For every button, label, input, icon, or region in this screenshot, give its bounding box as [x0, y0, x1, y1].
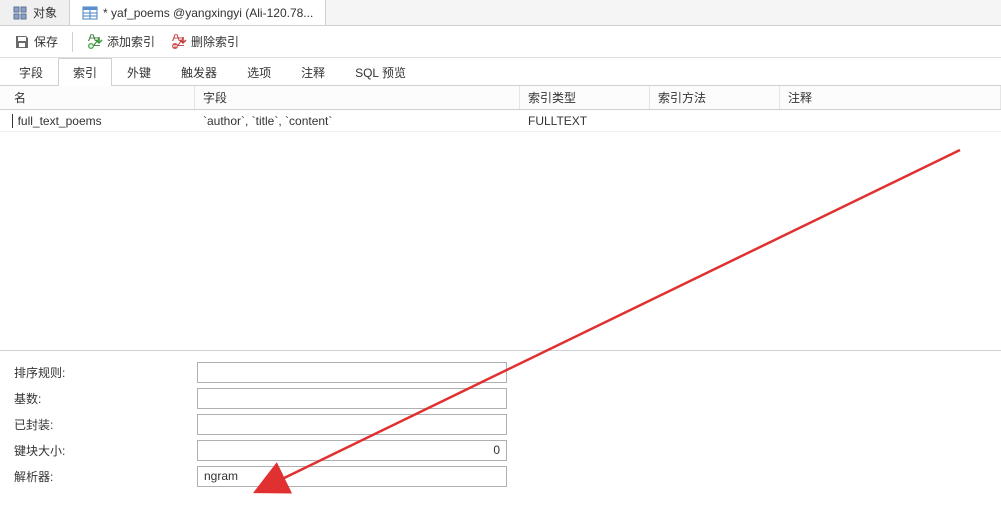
top-tab-bar: 对象 * yaf_poems @yangxingyi (Ali-120.78..… — [0, 0, 1001, 26]
prop-packed: 已封装: — [12, 411, 989, 437]
index-grid-body: `author`, `title`, `content` FULLTEXT — [0, 110, 1001, 350]
tab-foreign-keys[interactable]: 外键 — [112, 58, 166, 86]
delete-index-label: 删除索引 — [191, 33, 239, 50]
cell-field[interactable]: `author`, `title`, `content` — [195, 110, 520, 131]
tab-indexes[interactable]: 索引 — [58, 58, 112, 86]
col-header-field[interactable]: 字段 — [195, 86, 520, 109]
top-tab-editor[interactable]: * yaf_poems @yangxingyi (Ali-120.78... — [70, 0, 326, 25]
index-grid-header: 名 字段 索引类型 索引方法 注释 — [0, 86, 1001, 110]
prop-key-block-size: 键块大小: — [12, 437, 989, 463]
top-tab-objects[interactable]: 对象 — [0, 0, 70, 25]
delete-index-icon: AZ — [171, 34, 187, 50]
add-index-icon: AZ — [87, 34, 103, 50]
tab-options[interactable]: 选项 — [232, 58, 286, 86]
text-cursor-icon — [8, 114, 16, 128]
col-header-index-type[interactable]: 索引类型 — [520, 86, 650, 109]
col-header-comment[interactable]: 注释 — [780, 86, 1001, 109]
prop-cardinality-label: 基数: — [12, 390, 197, 407]
table-icon — [82, 5, 98, 21]
prop-key-block-size-label: 键块大小: — [12, 442, 197, 459]
sub-tab-bar: 字段 索引 外键 触发器 选项 注释 SQL 预览 — [0, 58, 1001, 86]
top-tab-editor-label: * yaf_poems @yangxingyi (Ali-120.78... — [103, 6, 313, 20]
cell-index-method[interactable] — [650, 110, 780, 131]
prop-collation-input[interactable] — [197, 362, 507, 383]
cell-name[interactable] — [0, 110, 195, 131]
tab-comment[interactable]: 注释 — [286, 58, 340, 86]
prop-packed-label: 已封装: — [12, 416, 197, 433]
toolbar: 保存 AZ 添加索引 AZ 删除索引 — [0, 26, 1001, 58]
index-name-input[interactable] — [18, 114, 187, 128]
save-icon — [14, 34, 30, 50]
prop-key-block-size-input[interactable] — [197, 440, 507, 461]
prop-parser-input[interactable] — [197, 466, 507, 487]
prop-cardinality-input[interactable] — [197, 388, 507, 409]
prop-parser-label: 解析器: — [12, 468, 197, 485]
index-properties-panel: 排序规则: 基数: 已封装: 键块大小: 解析器: — [0, 350, 1001, 497]
top-tab-objects-label: 对象 — [33, 4, 57, 21]
prop-collation: 排序规则: — [12, 359, 989, 385]
tab-triggers[interactable]: 触发器 — [166, 58, 232, 86]
separator — [72, 32, 73, 52]
index-row[interactable]: `author`, `title`, `content` FULLTEXT — [0, 110, 1001, 132]
tab-fields[interactable]: 字段 — [4, 58, 58, 86]
tab-sql-preview[interactable]: SQL 预览 — [340, 58, 421, 86]
save-button[interactable]: 保存 — [8, 29, 64, 54]
objects-icon — [12, 5, 28, 21]
delete-index-button[interactable]: AZ 删除索引 — [165, 29, 245, 54]
add-index-label: 添加索引 — [107, 33, 155, 50]
prop-parser: 解析器: — [12, 463, 989, 489]
cell-comment[interactable] — [780, 110, 1001, 131]
col-header-index-method[interactable]: 索引方法 — [650, 86, 780, 109]
prop-collation-label: 排序规则: — [12, 364, 197, 381]
save-label: 保存 — [34, 33, 58, 50]
prop-cardinality: 基数: — [12, 385, 989, 411]
cell-index-type[interactable]: FULLTEXT — [520, 110, 650, 131]
prop-packed-input[interactable] — [197, 414, 507, 435]
col-header-name[interactable]: 名 — [0, 86, 195, 109]
add-index-button[interactable]: AZ 添加索引 — [81, 29, 161, 54]
